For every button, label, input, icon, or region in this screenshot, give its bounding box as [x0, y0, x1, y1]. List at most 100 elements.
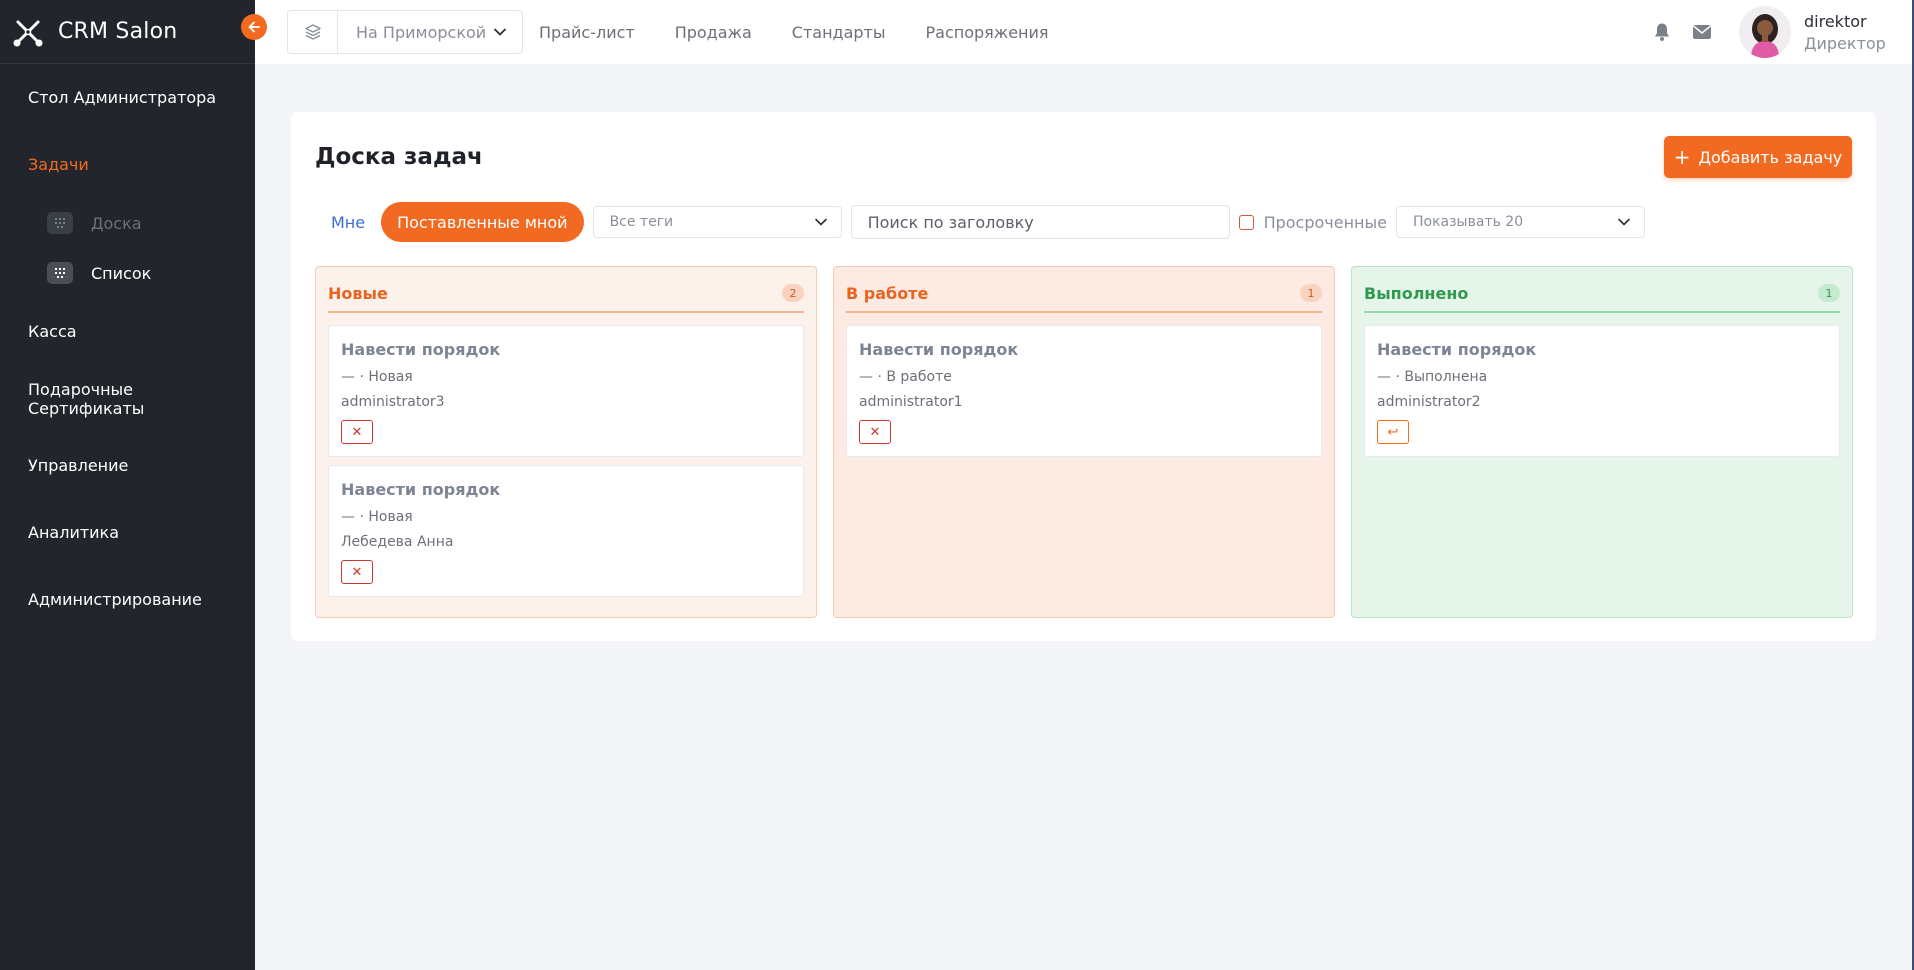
user-avatar-icon	[1739, 6, 1791, 58]
task-status: — · Новая	[341, 509, 413, 525]
user-name: direktor	[1804, 11, 1867, 31]
top-link-price-list[interactable]: Прайс-лист	[539, 23, 635, 42]
task-status: — · В работе	[859, 369, 952, 385]
tags-select-value: Все теги	[609, 214, 674, 230]
task-title: Навести порядок	[1377, 340, 1537, 359]
undo-icon: ↩	[1387, 424, 1399, 440]
tags-select[interactable]: Все теги	[592, 206, 842, 238]
task-card[interactable]: Навести порядок — · Выполнена administra…	[1364, 325, 1840, 457]
user-info[interactable]: direktor Директор	[1804, 12, 1914, 53]
column-header: Новые 2	[328, 281, 804, 305]
plus-icon: +	[1673, 145, 1691, 169]
overdue-checkbox[interactable]	[1238, 214, 1254, 230]
close-icon: ✕	[869, 424, 881, 440]
avatar[interactable]	[1739, 6, 1791, 58]
top-link-orders[interactable]: Распоряжения	[926, 23, 1049, 42]
task-assignee: administrator1	[859, 394, 963, 410]
task-title: Навести порядок	[341, 480, 501, 499]
sidebar-item-tasks[interactable]: Задачи	[0, 131, 255, 198]
branch-select-value: На Приморской	[356, 22, 487, 42]
sidebar: CRM Salon Стол Администратора Задачи Дос…	[0, 0, 255, 970]
task-assignee: administrator2	[1377, 394, 1481, 410]
arrow-left-icon	[248, 21, 260, 33]
task-assignee: administrator3	[341, 394, 445, 410]
chevron-down-icon	[494, 28, 506, 36]
top-link-sale[interactable]: Продажа	[675, 23, 752, 42]
column-count-badge: 1	[1818, 284, 1840, 302]
brand[interactable]: CRM Salon	[0, 0, 255, 64]
column-count-badge: 2	[782, 284, 804, 302]
task-title: Навести порядок	[341, 340, 501, 359]
column-done: Выполнено 1 Навести порядок — · Выполнен…	[1351, 266, 1853, 618]
filters-bar: Мне Поставленные мной Все теги Просрочен…	[315, 202, 1645, 242]
column-title: Новые	[328, 283, 388, 303]
column-header: В работе 1	[846, 281, 1322, 305]
sidebar-item-management[interactable]: Управление	[0, 432, 255, 499]
grid-icon	[47, 212, 73, 234]
messages-button[interactable]	[1691, 21, 1713, 43]
chevron-down-icon	[814, 218, 827, 226]
task-status: — · Выполнена	[1377, 369, 1488, 385]
notifications-button[interactable]	[1651, 21, 1673, 43]
task-card[interactable]: Навести порядок — · Новая administrator3…	[328, 325, 804, 457]
column-divider	[328, 311, 804, 313]
add-task-button[interactable]: + Добавить задачу	[1664, 136, 1852, 178]
search-input[interactable]	[850, 205, 1230, 239]
filter-assigned-by-me-tab[interactable]: Поставленные мной	[381, 202, 584, 242]
close-icon: ✕	[351, 424, 363, 440]
sidebar-subitem-board[interactable]: Доска	[0, 198, 255, 248]
bell-icon	[1655, 23, 1669, 41]
column-title: В работе	[846, 283, 929, 303]
top-link-standards[interactable]: Стандарты	[792, 23, 886, 42]
column-divider	[846, 311, 1322, 313]
layers-button[interactable]	[288, 11, 338, 53]
task-delete-button[interactable]: ✕	[859, 420, 891, 444]
add-task-label: Добавить задачу	[1698, 147, 1843, 167]
column-count-badge: 1	[1300, 284, 1322, 302]
task-title: Навести порядок	[859, 340, 1019, 359]
sidebar-item-administration[interactable]: Администрирование	[0, 566, 255, 633]
page-size-select[interactable]: Показывать 20	[1395, 206, 1645, 238]
branch-selector-group: На Приморской	[287, 10, 523, 54]
overdue-filter[interactable]: Просроченные	[1238, 212, 1387, 232]
sidebar-subitem-label: Список	[91, 263, 152, 283]
sidebar-collapse-button[interactable]	[241, 14, 267, 40]
page-size-value: Показывать 20	[1412, 214, 1524, 230]
page-title: Доска задач	[315, 144, 483, 170]
task-delete-button[interactable]: ✕	[341, 420, 373, 444]
task-board-card: Доска задач + Добавить задачу Мне Постав…	[291, 112, 1876, 641]
sidebar-item-gift-certificates[interactable]: Подарочные Сертификаты	[0, 365, 255, 432]
board-columns: Новые 2 Навести порядок — · Новая admini…	[315, 266, 1869, 618]
close-icon: ✕	[351, 564, 363, 580]
column-header: Выполнено 1	[1364, 281, 1840, 305]
task-delete-button[interactable]: ✕	[341, 560, 373, 584]
sidebar-item-admin-desk[interactable]: Стол Администратора	[0, 64, 255, 131]
task-card[interactable]: Навести порядок — · В работе administrat…	[846, 325, 1322, 457]
sidebar-item-analytics[interactable]: Аналитика	[0, 499, 255, 566]
sidebar-subitem-label: Доска	[91, 213, 142, 233]
topbar: На Приморской Прайс-лист Продажа Стандар…	[255, 0, 1914, 64]
column-new: Новые 2 Навести порядок — · Новая admini…	[315, 266, 817, 618]
column-title: Выполнено	[1364, 283, 1469, 303]
sidebar-nav: Стол Администратора Задачи Доска Список …	[0, 64, 255, 633]
task-status: — · Новая	[341, 369, 413, 385]
chevron-down-icon	[1618, 218, 1630, 226]
column-divider	[1364, 311, 1840, 313]
sidebar-subitem-list[interactable]: Список	[0, 248, 255, 298]
user-area: direktor Директор	[1651, 0, 1914, 64]
scissors-logo-icon	[13, 20, 43, 46]
top-nav: Прайс-лист Продажа Стандарты Распоряжени…	[539, 23, 1089, 42]
user-role: Директор	[1804, 33, 1886, 53]
layers-icon	[304, 24, 321, 40]
overdue-label: Просроченные	[1263, 212, 1387, 232]
column-in-progress: В работе 1 Навести порядок — · В работе …	[833, 266, 1335, 618]
grid-icon	[47, 262, 73, 284]
filter-mine-tab[interactable]: Мне	[315, 202, 381, 242]
brand-title: CRM Salon	[58, 19, 178, 44]
task-assignee: Лебедева Анна	[341, 534, 454, 550]
sidebar-item-cash[interactable]: Касса	[0, 298, 255, 365]
mail-icon	[1693, 25, 1711, 39]
task-reopen-button[interactable]: ↩	[1377, 420, 1409, 444]
task-card[interactable]: Навести порядок — · Новая Лебедева Анна …	[328, 465, 804, 597]
branch-select[interactable]: На Приморской	[338, 11, 522, 53]
